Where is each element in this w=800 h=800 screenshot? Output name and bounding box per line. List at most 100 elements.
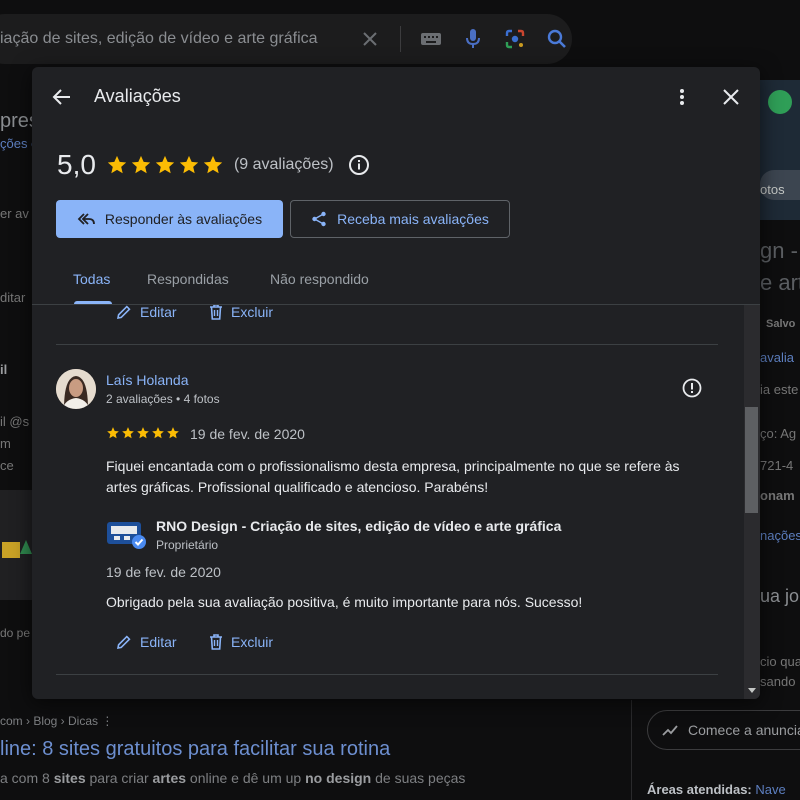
- active-tab-indicator: [74, 301, 112, 304]
- respond-reviews-label: Responder às avaliações: [104, 211, 263, 227]
- background-fragment: il: [0, 362, 8, 377]
- reply-date: 19 de fev. de 2020: [106, 564, 221, 580]
- background-fragment: ua jor: [760, 586, 800, 606]
- rating-summary: 5,0 (9 avaliações): [57, 149, 370, 181]
- scroll-down-arrow[interactable]: [744, 683, 760, 699]
- star-icon: [122, 427, 134, 439]
- get-more-reviews-label: Receba mais avaliações: [337, 211, 489, 227]
- caret-down-icon: [748, 688, 756, 693]
- background-fragment: ditar: [0, 290, 26, 305]
- scrollbar-thumb[interactable]: [745, 407, 758, 513]
- reviews-list: Editar Excluir Laís Holanda 2 avaliações…: [32, 305, 760, 699]
- result-title[interactable]: line: 8 sites gratuitos para facilitar s…: [0, 738, 390, 761]
- avatar[interactable]: [56, 369, 96, 409]
- background-fragment: ço: Ag: [760, 426, 797, 441]
- background-fragment: ia este: [760, 382, 799, 397]
- star-icon: [131, 155, 151, 174]
- star-icon: [152, 427, 164, 439]
- star-icon: [155, 155, 175, 174]
- search-divider: [400, 26, 401, 52]
- background-fragment: 721-4: [760, 458, 794, 473]
- dialog-title: Avaliações: [94, 86, 181, 106]
- edit-reply-button[interactable]: Editar: [116, 634, 177, 650]
- delete-reply-button[interactable]: Excluir: [209, 634, 273, 650]
- background-fragment: otos: [760, 182, 785, 197]
- edit-label: Editar: [140, 634, 177, 650]
- background-fragment: sando: [760, 674, 796, 689]
- owner-name: RNO Design - Criação de sites, edição de…: [156, 518, 562, 534]
- background-fragment: il @s: [0, 414, 30, 429]
- tab-answered[interactable]: Respondidas: [147, 271, 229, 287]
- trending-icon: [662, 725, 678, 736]
- keyboard-icon[interactable]: [419, 27, 443, 51]
- rating-stars: [106, 154, 224, 176]
- close-button[interactable]: [717, 83, 745, 111]
- info-icon[interactable]: [348, 154, 370, 176]
- reply-all-icon: [77, 213, 95, 225]
- microphone-icon[interactable]: [461, 27, 485, 51]
- result-breadcrumb: com › Blog › Dicas ⋮: [0, 714, 114, 728]
- background-divider: [631, 700, 632, 800]
- star-icon: [137, 427, 149, 439]
- search-icon[interactable]: [545, 27, 569, 51]
- reply-text: Obrigado pela sua avaliação positiva, é …: [106, 594, 583, 610]
- trash-icon: [210, 634, 222, 650]
- background-search-bar[interactable]: iação de sites, edição de vídeo e arte g…: [0, 14, 572, 64]
- report-icon: [682, 378, 702, 398]
- background-search-text: iação de sites, edição de vídeo e arte g…: [0, 30, 318, 47]
- drive-icon: [20, 540, 32, 554]
- background-photo: [760, 80, 800, 220]
- background-fragment: e art: [760, 270, 800, 295]
- pencil-icon: [116, 635, 131, 650]
- delete-reply-button[interactable]: Excluir: [209, 305, 273, 320]
- back-button[interactable]: [48, 83, 76, 111]
- edit-label: Editar: [140, 305, 177, 320]
- whatsapp-icon: [768, 90, 792, 114]
- delete-label: Excluir: [231, 305, 274, 320]
- respond-reviews-button[interactable]: Responder às avaliações: [56, 200, 283, 238]
- folder-icon: [2, 542, 20, 558]
- lens-icon[interactable]: [503, 27, 527, 51]
- review-date: 19 de fev. de 2020: [190, 426, 305, 442]
- star-icon: [167, 427, 179, 439]
- review-divider: [56, 344, 718, 345]
- background-fragment: nações: [760, 528, 800, 543]
- arrow-back-icon: [52, 89, 70, 105]
- trash-icon: [210, 305, 222, 320]
- clear-icon[interactable]: [358, 27, 382, 51]
- star-icon: [203, 155, 223, 174]
- background-fragment: Salvo: [766, 318, 796, 330]
- background-fragment: cio qua: [760, 654, 800, 669]
- background-thumbnail: [0, 490, 32, 600]
- review-stars: [106, 426, 180, 440]
- review-text: Fiquei encantada com o profissionalismo …: [106, 458, 680, 495]
- background-fragment: gn -: [760, 238, 798, 263]
- background-fragment: m: [0, 436, 11, 451]
- background-fragment: onam: [760, 488, 795, 503]
- start-advertising-label: Comece a anunciar: [688, 722, 800, 738]
- rating-count: (9 avaliações): [233, 156, 334, 173]
- tab-all[interactable]: Todas: [73, 271, 110, 287]
- share-icon: [312, 211, 326, 227]
- report-review-button[interactable]: [681, 377, 703, 399]
- background-fragment: er av: [0, 206, 29, 221]
- star-icon: [107, 427, 119, 439]
- background-fragment: do pe: [0, 626, 31, 640]
- more-vert-icon: [680, 89, 684, 105]
- owner-role: Proprietário: [156, 538, 219, 552]
- dialog-header: Avaliações 5,0 (9 avaliações) Responder …: [32, 67, 760, 305]
- pencil-icon: [116, 305, 131, 320]
- tab-unanswered[interactable]: Não respondido: [270, 271, 369, 287]
- rating-score: 5,0: [57, 149, 96, 180]
- result-snippet: a com 8 sites para criar artes online e …: [0, 770, 466, 786]
- get-more-reviews-button[interactable]: Receba mais avaliações: [290, 200, 510, 238]
- background-fragment: avalia: [760, 350, 794, 365]
- start-advertising-button[interactable]: Comece a anunciar: [647, 710, 800, 750]
- edit-reply-button[interactable]: Editar: [116, 305, 177, 320]
- more-options-button[interactable]: [668, 83, 696, 111]
- owner-logo: [106, 518, 148, 550]
- reviews-dialog: Avaliações 5,0 (9 avaliações) Responder …: [32, 67, 760, 699]
- close-icon: [723, 89, 739, 105]
- reviewer-name[interactable]: Laís Holanda: [106, 372, 189, 388]
- reviewer-meta: 2 avaliações • 4 fotos: [106, 392, 220, 406]
